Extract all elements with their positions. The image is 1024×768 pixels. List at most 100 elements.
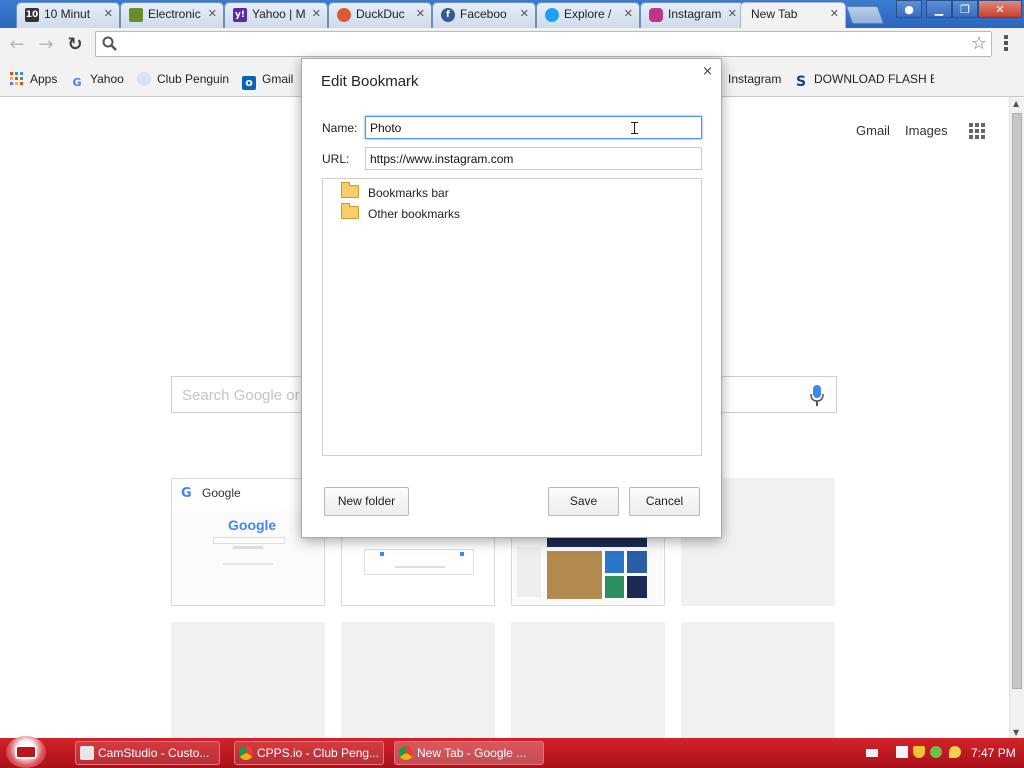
address-bar[interactable]: ☆ — [95, 31, 992, 57]
tab-close-icon[interactable]: ✕ — [312, 7, 321, 20]
reload-button[interactable]: ↻ — [64, 34, 86, 56]
back-button[interactable]: ← — [6, 34, 28, 56]
browser-tab[interactable]: Explore / ✕ — [536, 2, 640, 28]
empty-tile — [681, 622, 835, 738]
folder-icon — [341, 203, 359, 219]
browser-tab[interactable]: DuckDuc ✕ — [328, 2, 432, 28]
bookmark-download-flash[interactable]: S DOWNLOAD FLASH B — [794, 72, 934, 88]
folder-item-bookmarks-bar[interactable]: Bookmarks bar — [341, 182, 449, 201]
tab-close-icon[interactable]: ✕ — [104, 7, 113, 20]
google-icon: G — [181, 486, 192, 501]
empty-tile — [511, 622, 665, 738]
menu-icon[interactable] — [998, 35, 1014, 53]
instagram-icon — [649, 8, 663, 22]
folder-item-other-bookmarks[interactable]: Other bookmarks — [341, 203, 461, 222]
tab-title: New Tab — [751, 7, 798, 21]
tab-title: Explore / — [564, 7, 612, 21]
taskbar-item[interactable]: CPPS.io - Club Peng... — [234, 741, 384, 765]
tab-title: DuckDuc — [356, 7, 405, 21]
tab-close-icon[interactable]: ✕ — [624, 7, 633, 20]
shield-icon[interactable] — [913, 746, 925, 758]
chrome-icon — [399, 746, 413, 760]
thumbnail-logo: Google — [228, 517, 277, 533]
folder-tree[interactable]: Bookmarks bar Other bookmarks — [322, 178, 702, 456]
bookmark-yahoo[interactable]: G Yahoo — [70, 72, 124, 89]
new-tab-button[interactable] — [845, 6, 885, 24]
tab-close-icon[interactable]: ✕ — [416, 7, 425, 20]
forward-button[interactable]: → — [35, 34, 57, 56]
download-icon: S — [795, 74, 807, 88]
browser-tab[interactable]: 10 10 Minut ✕ — [16, 2, 120, 28]
scroll-up-icon[interactable]: ▲ — [1013, 99, 1019, 108]
name-field[interactable] — [365, 116, 702, 139]
tray-window-icon[interactable] — [896, 746, 908, 758]
bookmark-apps[interactable]: Apps — [10, 72, 57, 88]
browser-tab[interactable]: f Faceboo ✕ — [432, 2, 536, 28]
tab-strip: 10 10 Minut ✕ Electronic ✕ y! Yahoo | M … — [0, 0, 1024, 28]
window-close-icon[interactable]: ✕ — [978, 0, 1022, 18]
bookmark-gmail[interactable]: o Gmail — [242, 72, 294, 90]
twitter-icon — [545, 8, 559, 22]
tray-search-icon[interactable] — [949, 746, 961, 758]
tab-close-icon[interactable]: ✕ — [520, 7, 529, 20]
bookmark-label: Apps — [30, 72, 58, 86]
folder-label: Bookmarks bar — [368, 186, 449, 200]
tab-title: 10 Minut — [44, 7, 91, 21]
gmail-link[interactable]: Gmail — [856, 123, 890, 138]
tab-close-icon[interactable]: ✕ — [208, 7, 217, 20]
browser-tab-active[interactable]: New Tab ✕ — [740, 2, 846, 28]
text-cursor — [631, 122, 638, 134]
tile-thumbnail — [364, 549, 474, 575]
facebook-icon: f — [441, 8, 455, 22]
windows-taskbar: CamStudio - Custo... CPPS.io - Club Peng… — [0, 736, 1024, 768]
bookmark-label: Yahoo — [90, 72, 124, 86]
tab-close-icon[interactable]: ✕ — [728, 7, 737, 20]
user-icon[interactable]: ● — [896, 0, 922, 18]
tab-close-icon[interactable]: ✕ — [830, 7, 839, 20]
google-apps-icon[interactable] — [969, 123, 985, 139]
folder-label: Other bookmarks — [368, 207, 461, 221]
scrollbar-thumb[interactable] — [1012, 113, 1022, 689]
empty-tile — [341, 622, 495, 738]
network-icon[interactable] — [930, 746, 942, 758]
cancel-button[interactable]: Cancel — [629, 487, 700, 516]
apps-icon — [10, 72, 23, 85]
save-button[interactable]: Save — [548, 487, 619, 516]
taskbar-item-active[interactable]: New Tab - Google ... — [394, 741, 544, 765]
tab-title: Faceboo — [460, 7, 507, 21]
microphone-icon[interactable] — [810, 385, 824, 407]
minimize-icon[interactable]: ▁ — [926, 0, 952, 18]
electronics-icon — [129, 8, 143, 22]
restore-icon[interactable]: ❐ — [952, 0, 978, 18]
url-field[interactable] — [365, 147, 702, 170]
browser-tab[interactable]: Instagram ✕ — [640, 2, 744, 28]
scroll-down-icon[interactable]: ▼ — [1013, 728, 1019, 737]
browser-tab[interactable]: Electronic ✕ — [120, 2, 224, 28]
bookmark-label: Instagram — [728, 72, 782, 86]
bookmark-club-penguin[interactable]: Club Penguin — [137, 72, 229, 88]
keyboard-icon[interactable] — [866, 749, 878, 757]
taskbar-item[interactable]: CamStudio - Custo... — [75, 741, 220, 765]
start-button[interactable] — [6, 736, 46, 768]
clubpenguin-icon — [137, 72, 151, 86]
taskbar-label: CPPS.io - Club Peng... — [257, 746, 380, 760]
taskbar-clock[interactable]: 7:47 PM — [971, 746, 1016, 760]
star-icon[interactable]: ☆ — [971, 33, 987, 54]
dialog-close-icon[interactable]: × — [702, 64, 713, 79]
search-icon — [102, 36, 117, 51]
tab-title: Instagram — [668, 7, 721, 21]
name-label: Name: — [322, 121, 358, 135]
images-link[interactable]: Images — [905, 123, 948, 138]
tab-title: Electronic — [148, 7, 201, 21]
taskbar-label: CamStudio - Custo... — [98, 746, 210, 760]
bookmark-label: Gmail — [262, 72, 294, 86]
yahoo-icon: y! — [233, 8, 247, 22]
tenminute-icon: 10 — [25, 8, 39, 22]
url-label: URL: — [322, 152, 350, 166]
google-icon: G — [72, 76, 82, 89]
camstudio-icon — [80, 746, 94, 760]
new-folder-button[interactable]: New folder — [324, 487, 409, 516]
page-scrollbar[interactable]: ▲ ▼ — [1009, 97, 1024, 739]
tile-thumbnail — [513, 537, 663, 605]
browser-tab[interactable]: y! Yahoo | M ✕ — [224, 2, 328, 28]
